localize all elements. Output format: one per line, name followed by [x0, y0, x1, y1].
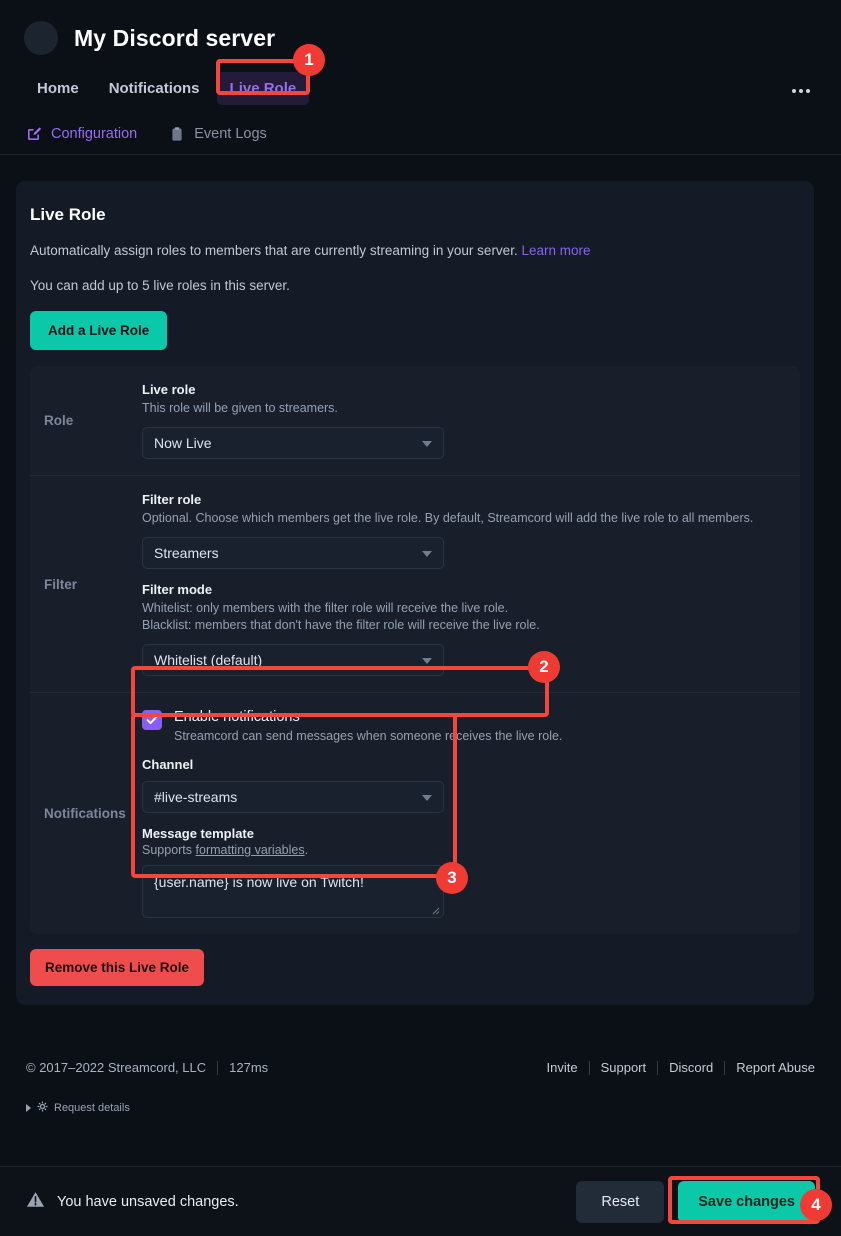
live-role-settings-panel: Role Live role This role will be given t… — [30, 366, 800, 935]
unsaved-changes-bar: You have unsaved changes. Reset Save cha… — [0, 1166, 841, 1236]
message-template-help-prefix: Supports — [142, 843, 196, 858]
filter-role-title: Filter role — [142, 491, 202, 507]
footer-link-discord[interactable]: Discord — [669, 1060, 713, 1075]
chevron-down-icon — [422, 658, 432, 665]
enable-notifications-label: Enable notifications — [174, 709, 300, 726]
row-label-notifications: Notifications — [44, 806, 126, 822]
channel-title: Channel — [142, 757, 194, 773]
main-tabs: Home Notifications Live Role — [24, 72, 817, 105]
request-details-toggle[interactable]: Request details — [26, 1101, 815, 1115]
footer-link-support[interactable]: Support — [601, 1060, 647, 1075]
formatting-variables-link[interactable]: formatting variables — [196, 843, 305, 857]
chevron-right-icon — [26, 1104, 31, 1112]
enable-notifications-row: Enable notifications Streamcord can send… — [142, 709, 784, 743]
channel-select[interactable]: #live-streams — [142, 781, 444, 814]
reset-button[interactable]: Reset — [576, 1180, 665, 1223]
row-label-filter: Filter — [44, 576, 78, 592]
row-body-role: Live role This role will be given to str… — [142, 382, 800, 459]
tab-live-role[interactable]: Live Role — [216, 72, 310, 105]
edit-square-icon — [26, 126, 42, 142]
live-role-field-help: This role will be given to streamers. — [142, 401, 338, 416]
channel-field: Channel #live-streams — [142, 757, 784, 814]
filter-role-select-value: Streamers — [154, 544, 219, 561]
row-body-notifications: Enable notifications Streamcord can send… — [142, 709, 800, 919]
live-role-select-value: Now Live — [154, 434, 212, 451]
server-avatar-icon — [24, 21, 58, 55]
more-options-icon[interactable] — [785, 76, 817, 106]
row-filter: Filter Filter role Optional. Choose whic… — [30, 476, 800, 694]
chevron-down-icon — [422, 440, 432, 447]
filter-mode-select-value: Whitelist (default) — [154, 652, 263, 669]
chevron-down-icon — [422, 550, 432, 557]
latency-text: 127ms — [229, 1060, 269, 1075]
message-template-help-suffix: . — [304, 843, 309, 858]
footer-divider — [217, 1060, 219, 1075]
unsaved-message: You have unsaved changes. — [57, 1193, 239, 1210]
app-page: My Discord server Home Notifications Liv… — [0, 0, 841, 1236]
footer-link-report-abuse[interactable]: Report Abuse — [736, 1060, 815, 1075]
row-body-filter: Filter role Optional. Choose which membe… — [142, 491, 800, 677]
filter-role-help: Optional. Choose which members get the l… — [142, 510, 754, 525]
tab-notifications[interactable]: Notifications — [96, 72, 213, 105]
live-role-field-title: Live role — [142, 382, 196, 398]
card-limit-note: You can add up to 5 live roles in this s… — [30, 278, 290, 294]
learn-more-link[interactable]: Learn more — [521, 243, 590, 258]
channel-select-value: #live-streams — [154, 789, 238, 806]
enable-notifications-help: Streamcord can send messages when someon… — [174, 729, 563, 744]
card-header: Live Role Automatically assign roles to … — [16, 197, 814, 366]
filter-mode-title: Filter mode — [142, 581, 213, 597]
page-footer: © 2017–2022 Streamcord, LLC 127ms Invite… — [0, 1060, 841, 1115]
message-template-title: Message template — [142, 826, 254, 842]
remove-live-role-wrap: Remove this Live Role — [16, 934, 814, 1005]
gear-icon — [37, 1101, 48, 1115]
copyright-text: © 2017–2022 Streamcord, LLC — [26, 1060, 207, 1075]
filter-mode-select[interactable]: Whitelist (default) — [142, 644, 444, 677]
tab-home[interactable]: Home — [24, 72, 92, 105]
row-notifications: Notifications Enable notifications Strea… — [30, 693, 800, 934]
message-template-value: {user.name} is now live on Twitch! — [154, 874, 364, 891]
add-live-role-button[interactable]: Add a Live Role — [30, 311, 168, 351]
row-role: Role Live role This role will be given t… — [30, 366, 800, 476]
save-changes-button[interactable]: Save changes — [678, 1180, 815, 1223]
remove-live-role-button[interactable]: Remove this Live Role — [30, 949, 205, 987]
filter-mode-help-2: Blacklist: members that don't have the f… — [142, 618, 540, 633]
resize-handle-icon[interactable] — [430, 905, 441, 916]
clipboard-icon — [169, 126, 185, 142]
footer-left: © 2017–2022 Streamcord, LLC 127ms — [26, 1060, 268, 1075]
live-role-select[interactable]: Now Live — [142, 426, 444, 459]
subnav-label-event-logs: Event Logs — [194, 126, 267, 142]
footer-top: © 2017–2022 Streamcord, LLC 127ms Invite… — [26, 1060, 815, 1075]
server-row: My Discord server — [24, 14, 817, 62]
filter-role-select[interactable]: Streamers — [142, 536, 444, 569]
footer-divider — [724, 1060, 726, 1075]
chevron-down-icon — [422, 795, 432, 802]
card-description: Automatically assign roles to members th… — [30, 242, 800, 260]
unsaved-message-group: You have unsaved changes. — [26, 1190, 239, 1213]
page-title: My Discord server — [74, 24, 276, 51]
card-description-text: Automatically assign roles to members th… — [30, 243, 518, 258]
subnav-item-event-logs[interactable]: Event Logs — [167, 115, 269, 154]
row-label-role: Role — [44, 413, 74, 429]
message-template-field: Message template Supports formatting var… — [142, 826, 784, 919]
bottom-buttons: Reset Save changes — [576, 1180, 815, 1223]
card-title: Live Role — [30, 205, 106, 224]
footer-link-invite[interactable]: Invite — [547, 1060, 578, 1075]
subnav-divider: Configuration Event Logs — [0, 115, 841, 155]
request-details-label: Request details — [54, 1102, 130, 1114]
page-header: My Discord server Home Notifications Liv… — [0, 0, 841, 105]
subnav-label-configuration: Configuration — [51, 126, 138, 142]
enable-notifications-checkbox[interactable] — [142, 710, 162, 731]
message-template-textarea[interactable]: {user.name} is now live on Twitch! — [142, 865, 444, 919]
subnav: Configuration Event Logs — [0, 115, 841, 154]
check-icon — [146, 716, 158, 725]
enable-notifications-text: Enable notifications Streamcord can send… — [174, 709, 562, 743]
message-template-help: Supports formatting variables. — [142, 843, 784, 857]
footer-links: Invite Support Discord Report Abuse — [547, 1060, 815, 1075]
footer-divider — [657, 1060, 659, 1075]
footer-divider — [588, 1060, 590, 1075]
subnav-item-configuration[interactable]: Configuration — [24, 115, 139, 154]
live-role-card: Live Role Automatically assign roles to … — [16, 181, 814, 1006]
filter-mode-help-1: Whitelist: only members with the filter … — [142, 600, 509, 615]
warning-triangle-icon — [26, 1190, 45, 1213]
